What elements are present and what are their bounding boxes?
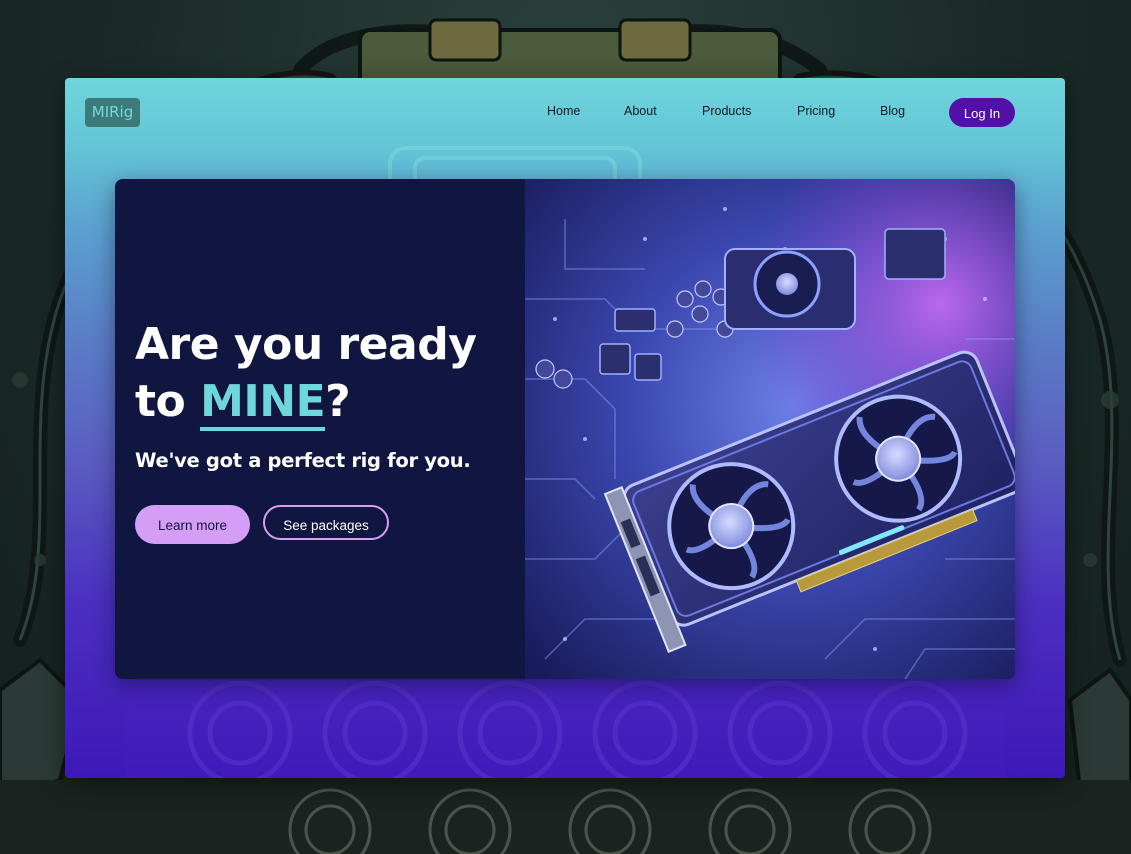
login-button[interactable]: Log In — [949, 98, 1015, 127]
learn-more-button[interactable]: Learn more — [135, 505, 250, 544]
hero-text-panel: Are you ready to MINE? We've got a perfec… — [115, 179, 525, 679]
gpu-illustration — [525, 179, 1015, 679]
hero-section: Are you ready to MINE? We've got a perfec… — [115, 179, 1015, 679]
headline-end: ? — [325, 376, 351, 427]
hero-headline: Are you ready to MINE? — [135, 316, 515, 431]
landing-card: MIRig Home About Products Pricing Blog L… — [65, 78, 1065, 778]
brand-logo[interactable]: MIRig — [85, 98, 140, 127]
top-navigation: MIRig Home About Products Pricing Blog L… — [65, 78, 1065, 148]
headline-line-1: Are you ready — [135, 319, 477, 370]
headline-line-2-start: to — [135, 376, 201, 427]
nav-about[interactable]: About — [624, 104, 657, 118]
hero-subheadline: We've got a perfect rig for you. — [135, 449, 471, 472]
nav-blog[interactable]: Blog — [880, 104, 905, 118]
nav-home[interactable]: Home — [547, 104, 580, 118]
gpu-graphics-card-icon — [525, 179, 1015, 679]
nav-products[interactable]: Products — [702, 104, 751, 118]
see-packages-button[interactable]: See packages — [263, 505, 389, 540]
nav-pricing[interactable]: Pricing — [797, 104, 835, 118]
headline-highlight: MINE — [200, 377, 326, 431]
